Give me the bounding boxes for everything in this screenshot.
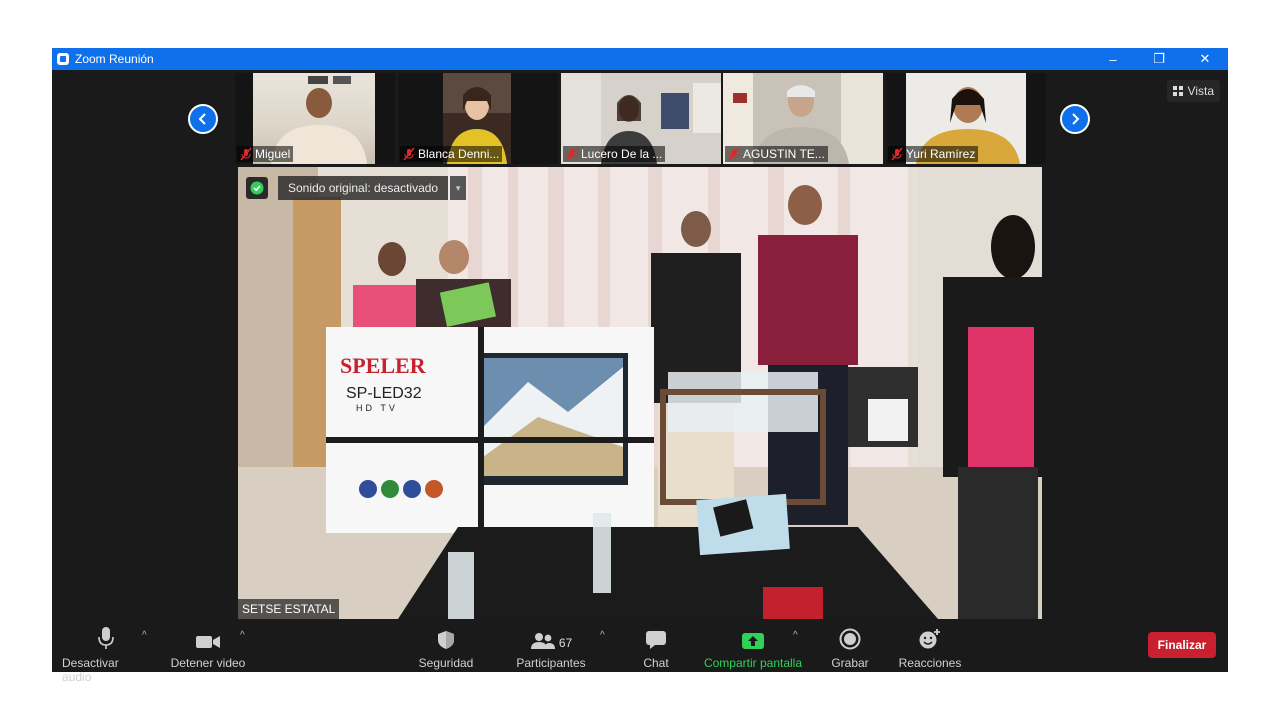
participant-name: Miguel [255,147,291,161]
chat-icon [646,631,666,649]
view-label: Vista [1187,84,1214,98]
participant-name-tag: Lucero De la ... [563,146,666,162]
emoji-add-icon [919,629,940,649]
participant-name-tag: AGUSTIN TE... [725,146,828,162]
participant-tile[interactable]: Miguel [235,73,395,164]
meeting-toolbar: Desactivar audio ^ Detener video ^ Segur… [52,620,1228,684]
security-label: Seguridad [418,656,474,670]
participant-name: Blanca Denni... [418,147,500,161]
title-bar: Zoom Reunión – ❐ ✕ [52,48,1228,70]
filmstrip-prev-button[interactable] [188,104,218,134]
participants-options-caret-icon[interactable]: ^ [600,630,605,641]
view-button[interactable]: Vista [1166,80,1220,102]
participants-count: 67 [558,636,573,650]
box-brand: SPELER [340,353,426,378]
stop-video-button[interactable]: Detener video [168,624,248,670]
participants-icon [530,633,555,649]
mic-muted-icon [728,147,740,161]
participant-tile[interactable]: Yuri Ramírez [886,73,1046,164]
share-screen-label: Compartir pantalla [703,656,803,670]
record-button[interactable]: Grabar [824,624,876,670]
zoom-window: Zoom Reunión – ❐ ✕ Miguel Blanca Denni..… [52,48,1228,684]
chat-label: Chat [643,656,669,670]
participant-tile[interactable]: AGUSTIN TE... [723,73,883,164]
chevron-right-icon [1072,113,1080,125]
participant-name-tag: Miguel [237,146,294,162]
box-model: SP-LED32 [346,385,422,402]
close-button[interactable]: ✕ [1182,48,1228,70]
encryption-shield-icon [246,177,268,199]
end-meeting-button[interactable]: Finalizar [1148,632,1216,658]
microphone-icon [98,627,114,649]
box-subtitle: HD TV [356,403,398,413]
security-button[interactable]: Seguridad [412,624,480,670]
stop-video-label: Detener video [170,656,246,670]
mute-audio-label: Desactivar audio [62,656,119,684]
grid-icon [1172,86,1183,96]
chevron-down-icon[interactable]: ▾ [450,176,467,200]
restore-button[interactable]: ❐ [1136,48,1182,70]
record-label: Grabar [831,656,869,670]
mic-muted-icon [403,147,415,161]
reactions-label: Reacciones [898,656,962,670]
filmstrip-next-button[interactable] [1060,104,1090,134]
participants-button[interactable]: 67 Participantes [512,624,590,670]
zoom-app-icon [57,53,69,65]
reactions-button[interactable]: Reacciones [898,624,962,670]
mic-muted-icon [891,147,903,161]
original-sound-indicator[interactable]: Sonido original: desactivado ▾ [246,176,467,200]
video-options-caret-icon[interactable]: ^ [240,630,245,641]
participant-tile[interactable]: Lucero De la ... [561,73,721,164]
participant-name: Lucero De la ... [581,147,663,161]
record-icon [839,628,861,650]
video-camera-icon [196,636,220,648]
active-speaker-name: SETSE ESTATAL [238,599,340,619]
participant-name-tag: Yuri Ramírez [888,146,979,162]
participants-label: Participantes [516,656,586,670]
chat-button[interactable]: Chat [632,624,680,670]
chevron-left-icon [198,113,206,125]
mute-audio-button[interactable]: Desactivar audio [62,624,150,684]
minimize-button[interactable]: – [1090,48,1136,70]
participant-tile[interactable]: Blanca Denni... [398,73,558,164]
mic-muted-icon [566,147,578,161]
audio-options-caret-icon[interactable]: ^ [142,630,147,641]
mic-muted-icon [240,147,252,161]
share-screen-button[interactable]: Compartir pantalla [702,624,804,670]
shield-icon [438,631,454,649]
share-options-caret-icon[interactable]: ^ [793,630,798,641]
share-screen-icon [742,633,764,649]
window-controls: – ❐ ✕ [1090,48,1228,70]
participant-name-tag: Blanca Denni... [400,146,503,162]
original-sound-status: Sonido original: desactivado [278,176,449,200]
active-speaker-video[interactable]: SPELER SP-LED32 HD TV Sonido original: d… [238,167,1042,619]
participant-name: AGUSTIN TE... [743,147,825,161]
window-title: Zoom Reunión [75,52,154,66]
participant-name: Yuri Ramírez [906,147,976,161]
